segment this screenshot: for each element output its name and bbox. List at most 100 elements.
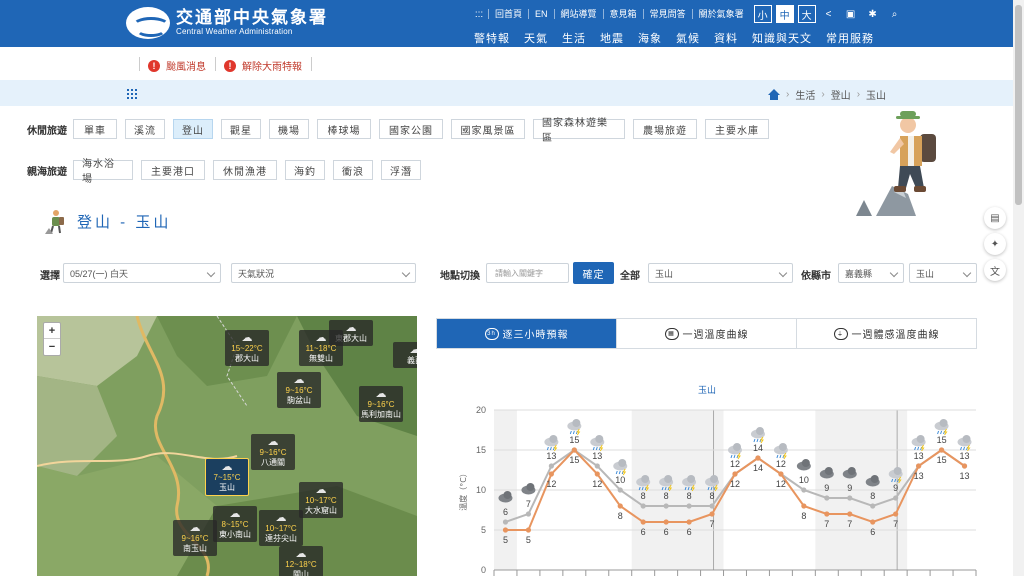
- nav-data[interactable]: 資料: [714, 30, 738, 46]
- confirm-button[interactable]: 確定: [573, 262, 614, 284]
- map-station[interactable]: ☁ 11~18°C 無雙山: [299, 330, 343, 366]
- map-station[interactable]: ☁ 9~16°C 馬利加南山: [359, 386, 403, 422]
- rain-cloud-icon: [728, 443, 742, 460]
- top-link-faq[interactable]: 常見問答: [642, 9, 692, 19]
- top-link-about[interactable]: 關於氣象署: [691, 9, 750, 19]
- site-logo[interactable]: 交通部中央氣象署 Central Weather Administration: [126, 7, 328, 39]
- temp-data-label: 12: [730, 479, 740, 489]
- alert-rain-cleared[interactable]: ! 解除大雨特報: [224, 58, 302, 73]
- map-station[interactable]: ☁ 9~16°C 八通關: [251, 434, 295, 470]
- font-size-large[interactable]: 大: [797, 5, 816, 23]
- map-station[interactable]: ☁ 10~17°C 達芬尖山: [259, 510, 303, 546]
- page-title: 登山 - 玉山: [77, 213, 172, 231]
- station-temp: 12~18°C: [285, 560, 317, 569]
- scrollbar-thumb[interactable]: [1015, 5, 1022, 205]
- tab-weekly-temp[interactable]: ▦ 一週溫度曲線: [616, 319, 796, 348]
- chip-sea-fishing[interactable]: 海釣: [285, 160, 325, 180]
- chip-fishing-harbor[interactable]: 休閒漁港: [213, 160, 277, 180]
- breadcrumb-hiking[interactable]: 登山: [831, 87, 851, 102]
- home-icon[interactable]: [768, 89, 780, 100]
- feels-data-label: 8: [641, 491, 646, 501]
- top-link-feedback[interactable]: 意見箱: [602, 9, 643, 19]
- location-search-input[interactable]: 請輸入關鍵字: [486, 263, 569, 283]
- map-station[interactable]: ☁ 12~18°C 關山: [279, 546, 323, 576]
- chip-bike[interactable]: 單車: [73, 119, 117, 139]
- station-temp: 7~15°C: [213, 473, 241, 482]
- feels-data-label: 13: [546, 451, 556, 461]
- accesskey-icon[interactable]: :::: [470, 9, 488, 20]
- nav-services[interactable]: 常用服務: [826, 30, 874, 46]
- document-icon[interactable]: ▤: [984, 207, 1006, 229]
- mountain-map[interactable]: + − ☁東郡大山☁15~22°C郡大山☁11~18°C無雙山☁義西☁9~16°…: [37, 316, 417, 576]
- top-link-home[interactable]: 回首頁: [488, 9, 528, 19]
- chip-baseball[interactable]: 棒球場: [317, 119, 371, 139]
- chip-stream[interactable]: 溪流: [125, 119, 165, 139]
- sparkle-icon[interactable]: ✦: [984, 233, 1006, 255]
- chip-national-park[interactable]: 國家公園: [379, 119, 443, 139]
- gear-icon[interactable]: ✱: [864, 9, 882, 20]
- feels-data-label: 8: [664, 491, 669, 501]
- top-link-sitemap[interactable]: 網站導覽: [553, 9, 603, 19]
- data-point: [640, 503, 646, 509]
- divider: [139, 57, 140, 71]
- nav-weather[interactable]: 天氣: [524, 30, 548, 46]
- chip-hiking[interactable]: 登山: [173, 119, 213, 139]
- nav-earthquake[interactable]: 地震: [600, 30, 624, 46]
- map-station[interactable]: ☁義西: [393, 342, 417, 368]
- alert-typhoon[interactable]: ! 颱風消息: [148, 58, 206, 73]
- map-station[interactable]: ☁ 8~15°C 東小南山: [213, 506, 257, 542]
- date-select[interactable]: 05/27(一) 白天: [63, 263, 221, 283]
- site-select[interactable]: 玉山: [909, 263, 977, 283]
- nav-marine[interactable]: 海象: [638, 30, 662, 46]
- share-icon[interactable]: <: [820, 9, 838, 20]
- temp-data-label: 13: [960, 471, 970, 481]
- tab-weekly-feels[interactable]: ⏚ 一週體感溫度曲線: [796, 319, 976, 348]
- map-station[interactable]: ☁ 15~22°C 郡大山: [225, 330, 269, 366]
- chevron-down-icon: [778, 268, 788, 278]
- font-size-medium[interactable]: 中: [775, 5, 794, 23]
- translate-icon[interactable]: 文: [984, 259, 1006, 281]
- data-point: [824, 511, 830, 517]
- chip-farm[interactable]: 農場旅遊: [633, 119, 697, 139]
- feels-data-label: 13: [592, 451, 602, 461]
- chip-snorkeling[interactable]: 浮潛: [381, 160, 421, 180]
- map-station[interactable]: ☁ 10~17°C 大水窟山: [299, 482, 343, 518]
- station-name: 八通關: [261, 458, 285, 467]
- nav-climate[interactable]: 氣候: [676, 30, 700, 46]
- chip-airport[interactable]: 機場: [269, 119, 309, 139]
- map-station[interactable]: ☁ 9~16°C 駒盆山: [277, 372, 321, 408]
- data-point: [594, 471, 600, 477]
- rain-cloud-icon: [934, 419, 949, 436]
- data-point: [961, 463, 968, 469]
- chip-forest-recreation[interactable]: 國家森林遊樂區: [533, 118, 625, 144]
- alert-label: 颱風消息: [166, 62, 206, 73]
- map-station[interactable]: ☁ 7~15°C 玉山: [205, 458, 249, 496]
- font-size-small[interactable]: 小: [753, 5, 772, 23]
- county-select[interactable]: 嘉義縣: [838, 263, 904, 283]
- station-temp: 15~22°C: [231, 344, 263, 353]
- top-link-en[interactable]: EN: [528, 9, 554, 19]
- leisure-filter-group: 休閒旅遊 單車 溪流 登山 觀星 機場 棒球場 國家公園 國家風景區 國家森林遊…: [27, 118, 777, 144]
- chip-beach[interactable]: 海水浴場: [73, 159, 133, 185]
- nav-knowledge[interactable]: 知識與天文: [752, 30, 812, 46]
- zoom-in-button[interactable]: +: [44, 323, 60, 339]
- zoom-out-button[interactable]: −: [44, 339, 60, 355]
- tab-3hr-forecast[interactable]: 3h 逐三小時預報: [437, 319, 616, 348]
- breadcrumb-life[interactable]: 生活: [795, 87, 815, 102]
- menu-grid-icon[interactable]: [127, 89, 137, 99]
- all-site-select[interactable]: 玉山: [648, 263, 793, 283]
- nav-life[interactable]: 生活: [562, 30, 586, 46]
- chip-port[interactable]: 主要港口: [141, 160, 205, 180]
- search-icon[interactable]: ⌕: [886, 9, 904, 20]
- data-point: [778, 471, 784, 477]
- chip-surfing[interactable]: 衝浪: [333, 160, 373, 180]
- print-icon[interactable]: ▣: [842, 9, 860, 20]
- chip-scenic-area[interactable]: 國家風景區: [451, 119, 525, 139]
- chip-reservoir[interactable]: 主要水庫: [705, 119, 769, 139]
- chip-stargazing[interactable]: 觀星: [221, 119, 261, 139]
- cwa-logo-icon: [126, 7, 170, 39]
- nav-warnings[interactable]: 警特報: [474, 30, 510, 46]
- weather-select[interactable]: 天氣狀況: [231, 263, 416, 283]
- map-station[interactable]: ☁ 9~16°C 南玉山: [173, 520, 217, 556]
- data-point: [938, 447, 945, 453]
